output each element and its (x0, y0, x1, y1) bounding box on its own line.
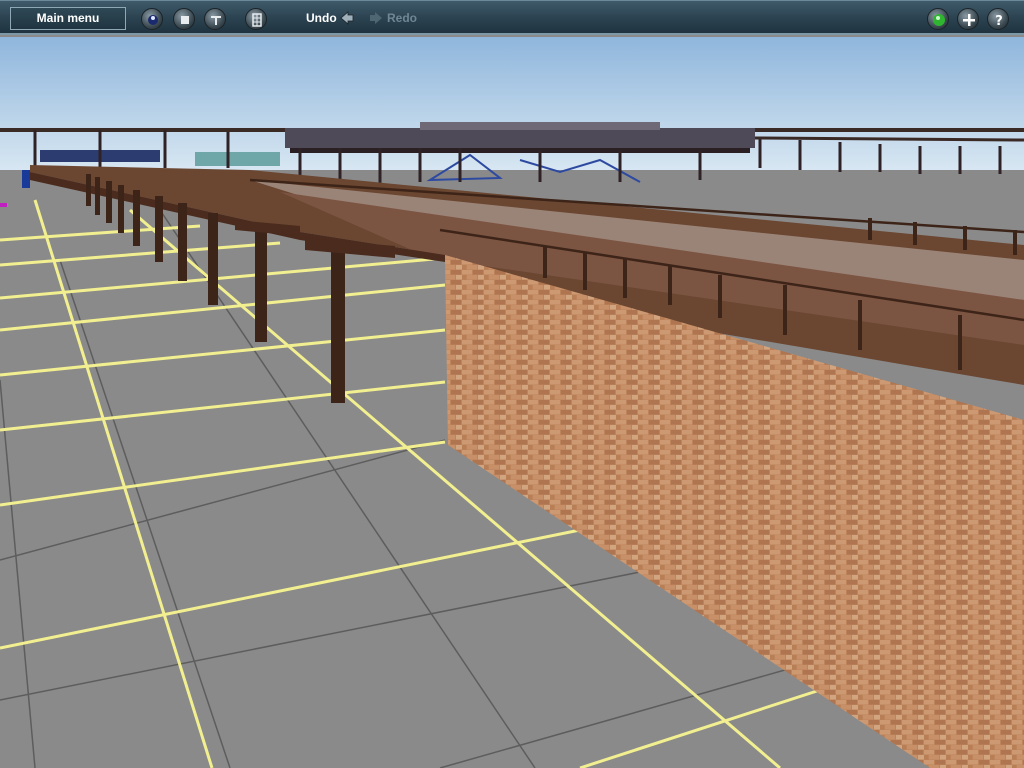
help-icon: ? (995, 14, 1003, 29)
undo-button[interactable]: Undo (306, 11, 337, 25)
redo-arrow-icon (370, 12, 382, 24)
add-icon (963, 14, 975, 26)
stop-button[interactable] (173, 8, 195, 30)
brush-icon (211, 16, 221, 25)
marker-magenta (0, 203, 7, 207)
stop-icon (181, 16, 189, 24)
undo-arrow-icon[interactable] (339, 10, 355, 26)
marker-blue (22, 170, 30, 188)
catenary-wire (754, 136, 1024, 142)
main-menu-button[interactable]: Main menu (10, 7, 126, 30)
svg-text:?: ? (995, 14, 1003, 29)
status-button[interactable] (927, 8, 949, 30)
grid-icon (252, 13, 262, 27)
brush-button[interactable] (204, 8, 226, 30)
3d-viewport[interactable] (0, 37, 1024, 768)
editor-toolbar: Main menu Undo Redo ? (0, 0, 1024, 35)
add-button[interactable] (957, 8, 979, 30)
layers-icon (148, 15, 158, 25)
layers-button[interactable] (141, 8, 163, 30)
grid-button[interactable] (245, 8, 267, 30)
status-green-icon (933, 14, 945, 26)
help-button[interactable]: ? (987, 8, 1009, 30)
redo-button[interactable]: Redo (387, 11, 417, 25)
